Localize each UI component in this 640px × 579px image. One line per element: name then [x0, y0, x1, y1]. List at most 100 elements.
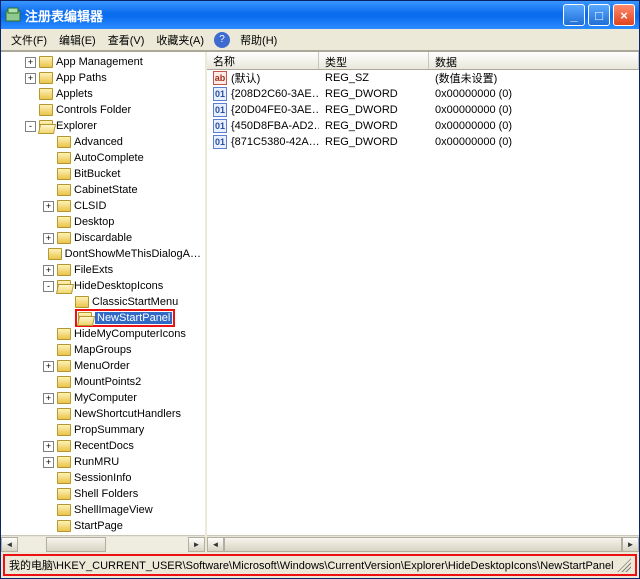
- list-hscroll[interactable]: ◄ ►: [207, 535, 639, 552]
- list-row[interactable]: 01{871C5380-42A…REG_DWORD0x00000000 (0): [207, 134, 639, 150]
- tree-item[interactable]: NewShortcutHandlers: [1, 406, 205, 422]
- tree-item[interactable]: Desktop: [1, 214, 205, 230]
- tree-item-label: Controls Folder: [56, 104, 131, 116]
- tree-item[interactable]: Applets: [1, 86, 205, 102]
- scroll-left-button[interactable]: ◄: [1, 537, 18, 552]
- tree-item-label: App Management: [56, 56, 143, 68]
- folder-icon: [57, 328, 71, 340]
- list-body[interactable]: ab(默认)REG_SZ(数值未设置)01{208D2C60-3AE…REG_D…: [207, 70, 639, 535]
- tree-item[interactable]: BitBucket: [1, 166, 205, 182]
- tree-item[interactable]: - Explorer: [1, 118, 205, 134]
- tree-item[interactable]: AutoComplete: [1, 150, 205, 166]
- col-data[interactable]: 数据: [429, 52, 639, 69]
- col-type[interactable]: 类型: [319, 52, 429, 69]
- folder-icon: [57, 184, 71, 196]
- scroll-track[interactable]: [18, 537, 188, 552]
- scroll-left-button[interactable]: ◄: [207, 537, 224, 552]
- value-data: (数值未设置): [429, 70, 639, 86]
- folder-icon: [57, 216, 71, 228]
- tree-item[interactable]: MapGroups: [1, 342, 205, 358]
- expand-icon[interactable]: +: [43, 233, 54, 244]
- folder-icon: [57, 424, 71, 436]
- registry-tree[interactable]: + App Management +App PathsApplets Controls…: [1, 52, 205, 535]
- expand-spacer: [43, 329, 54, 340]
- titlebar[interactable]: 注册表编辑器 _ □ ×: [1, 1, 639, 29]
- help-icon: ?: [214, 32, 230, 48]
- expand-icon[interactable]: +: [43, 457, 54, 468]
- expand-icon[interactable]: +: [43, 361, 54, 372]
- close-button[interactable]: ×: [613, 4, 635, 26]
- menu-favorites[interactable]: 收藏夹(A): [150, 30, 210, 50]
- reg-binary-icon: 01: [213, 103, 227, 117]
- collapse-icon[interactable]: -: [25, 121, 36, 132]
- tree-item[interactable]: +MenuOrder: [1, 358, 205, 374]
- tree-item[interactable]: StartPage: [1, 518, 205, 534]
- scroll-thumb[interactable]: [46, 537, 106, 552]
- expand-icon[interactable]: +: [25, 57, 36, 68]
- expand-spacer: [43, 377, 54, 388]
- value-type: REG_DWORD: [319, 136, 429, 148]
- tree-item[interactable]: ClassicStartMenu: [1, 294, 205, 310]
- tree-item[interactable]: + Discardable: [1, 230, 205, 246]
- tree-item[interactable]: NewStartPanel: [1, 310, 205, 326]
- expand-spacer: [43, 345, 54, 356]
- scroll-right-button[interactable]: ►: [188, 537, 205, 552]
- tree-item[interactable]: -HideDesktopIcons: [1, 278, 205, 294]
- menu-view[interactable]: 查看(V): [102, 30, 151, 50]
- list-row[interactable]: 01{208D2C60-3AE…REG_DWORD0x00000000 (0): [207, 86, 639, 102]
- menu-edit[interactable]: 编辑(E): [53, 30, 102, 50]
- expand-icon[interactable]: +: [43, 201, 54, 212]
- tree-item[interactable]: +RunMRU: [1, 454, 205, 470]
- tree-item[interactable]: CabinetState: [1, 182, 205, 198]
- expand-icon[interactable]: +: [43, 393, 54, 404]
- tree-item[interactable]: + MyComputer: [1, 390, 205, 406]
- tree-item-label: Advanced: [74, 136, 123, 148]
- folder-icon: [57, 472, 71, 484]
- minimize-button[interactable]: _: [563, 4, 585, 26]
- col-name[interactable]: 名称: [207, 52, 319, 69]
- tree-item[interactable]: +RecentDocs: [1, 438, 205, 454]
- tree-item[interactable]: +App Paths: [1, 70, 205, 86]
- expand-spacer: [25, 105, 36, 116]
- menu-file[interactable]: 文件(F): [5, 30, 53, 50]
- tree-item[interactable]: + App Management: [1, 54, 205, 70]
- tree-item[interactable]: +FileExts: [1, 262, 205, 278]
- menu-help[interactable]: 帮助(H): [234, 30, 283, 50]
- expand-icon[interactable]: +: [43, 441, 54, 452]
- tree-item-label: Explorer: [56, 120, 97, 132]
- tree-item[interactable]: Controls Folder: [1, 102, 205, 118]
- tree-item[interactable]: DontShowMeThisDialogA…: [1, 246, 205, 262]
- tree-item[interactable]: HideMyComputerIcons: [1, 326, 205, 342]
- tree-item-label: BitBucket: [74, 168, 120, 180]
- tree-item[interactable]: Advanced: [1, 134, 205, 150]
- resize-grip-icon[interactable]: [617, 558, 631, 572]
- window-title: 注册表编辑器: [25, 6, 103, 25]
- tree-item[interactable]: SessionInfo: [1, 470, 205, 486]
- tree-item[interactable]: MountPoints2: [1, 374, 205, 390]
- folder-icon: [57, 456, 71, 468]
- value-name: {208D2C60-3AE…: [231, 88, 319, 100]
- expand-icon[interactable]: +: [25, 73, 36, 84]
- list-row[interactable]: ab(默认)REG_SZ(数值未设置): [207, 70, 639, 86]
- scroll-thumb[interactable]: [224, 537, 622, 552]
- value-type: REG_DWORD: [319, 88, 429, 100]
- scroll-track[interactable]: [224, 537, 622, 552]
- tree-item-label: CabinetState: [74, 184, 138, 196]
- tree-item[interactable]: PropSummary: [1, 422, 205, 438]
- tree-item[interactable]: +CLSID: [1, 198, 205, 214]
- reg-binary-icon: 01: [213, 119, 227, 133]
- folder-icon: [57, 136, 71, 148]
- tree-item[interactable]: ShellImageView: [1, 502, 205, 518]
- maximize-button[interactable]: □: [588, 4, 610, 26]
- tree-item-label: MapGroups: [74, 344, 131, 356]
- scroll-right-button[interactable]: ►: [622, 537, 639, 552]
- statusbar-path: 我的电脑\HKEY_CURRENT_USER\Software\Microsof…: [3, 554, 637, 576]
- expand-icon[interactable]: +: [43, 265, 54, 276]
- collapse-icon[interactable]: -: [43, 281, 54, 292]
- list-row[interactable]: 01{20D04FE0-3AE…REG_DWORD0x00000000 (0): [207, 102, 639, 118]
- tree-item-label: Discardable: [74, 232, 132, 244]
- tree-item-label: MyComputer: [74, 392, 137, 404]
- tree-item[interactable]: Shell Folders: [1, 486, 205, 502]
- list-row[interactable]: 01{450D8FBA-AD2…REG_DWORD0x00000000 (0): [207, 118, 639, 134]
- tree-hscroll[interactable]: ◄ ►: [1, 535, 205, 552]
